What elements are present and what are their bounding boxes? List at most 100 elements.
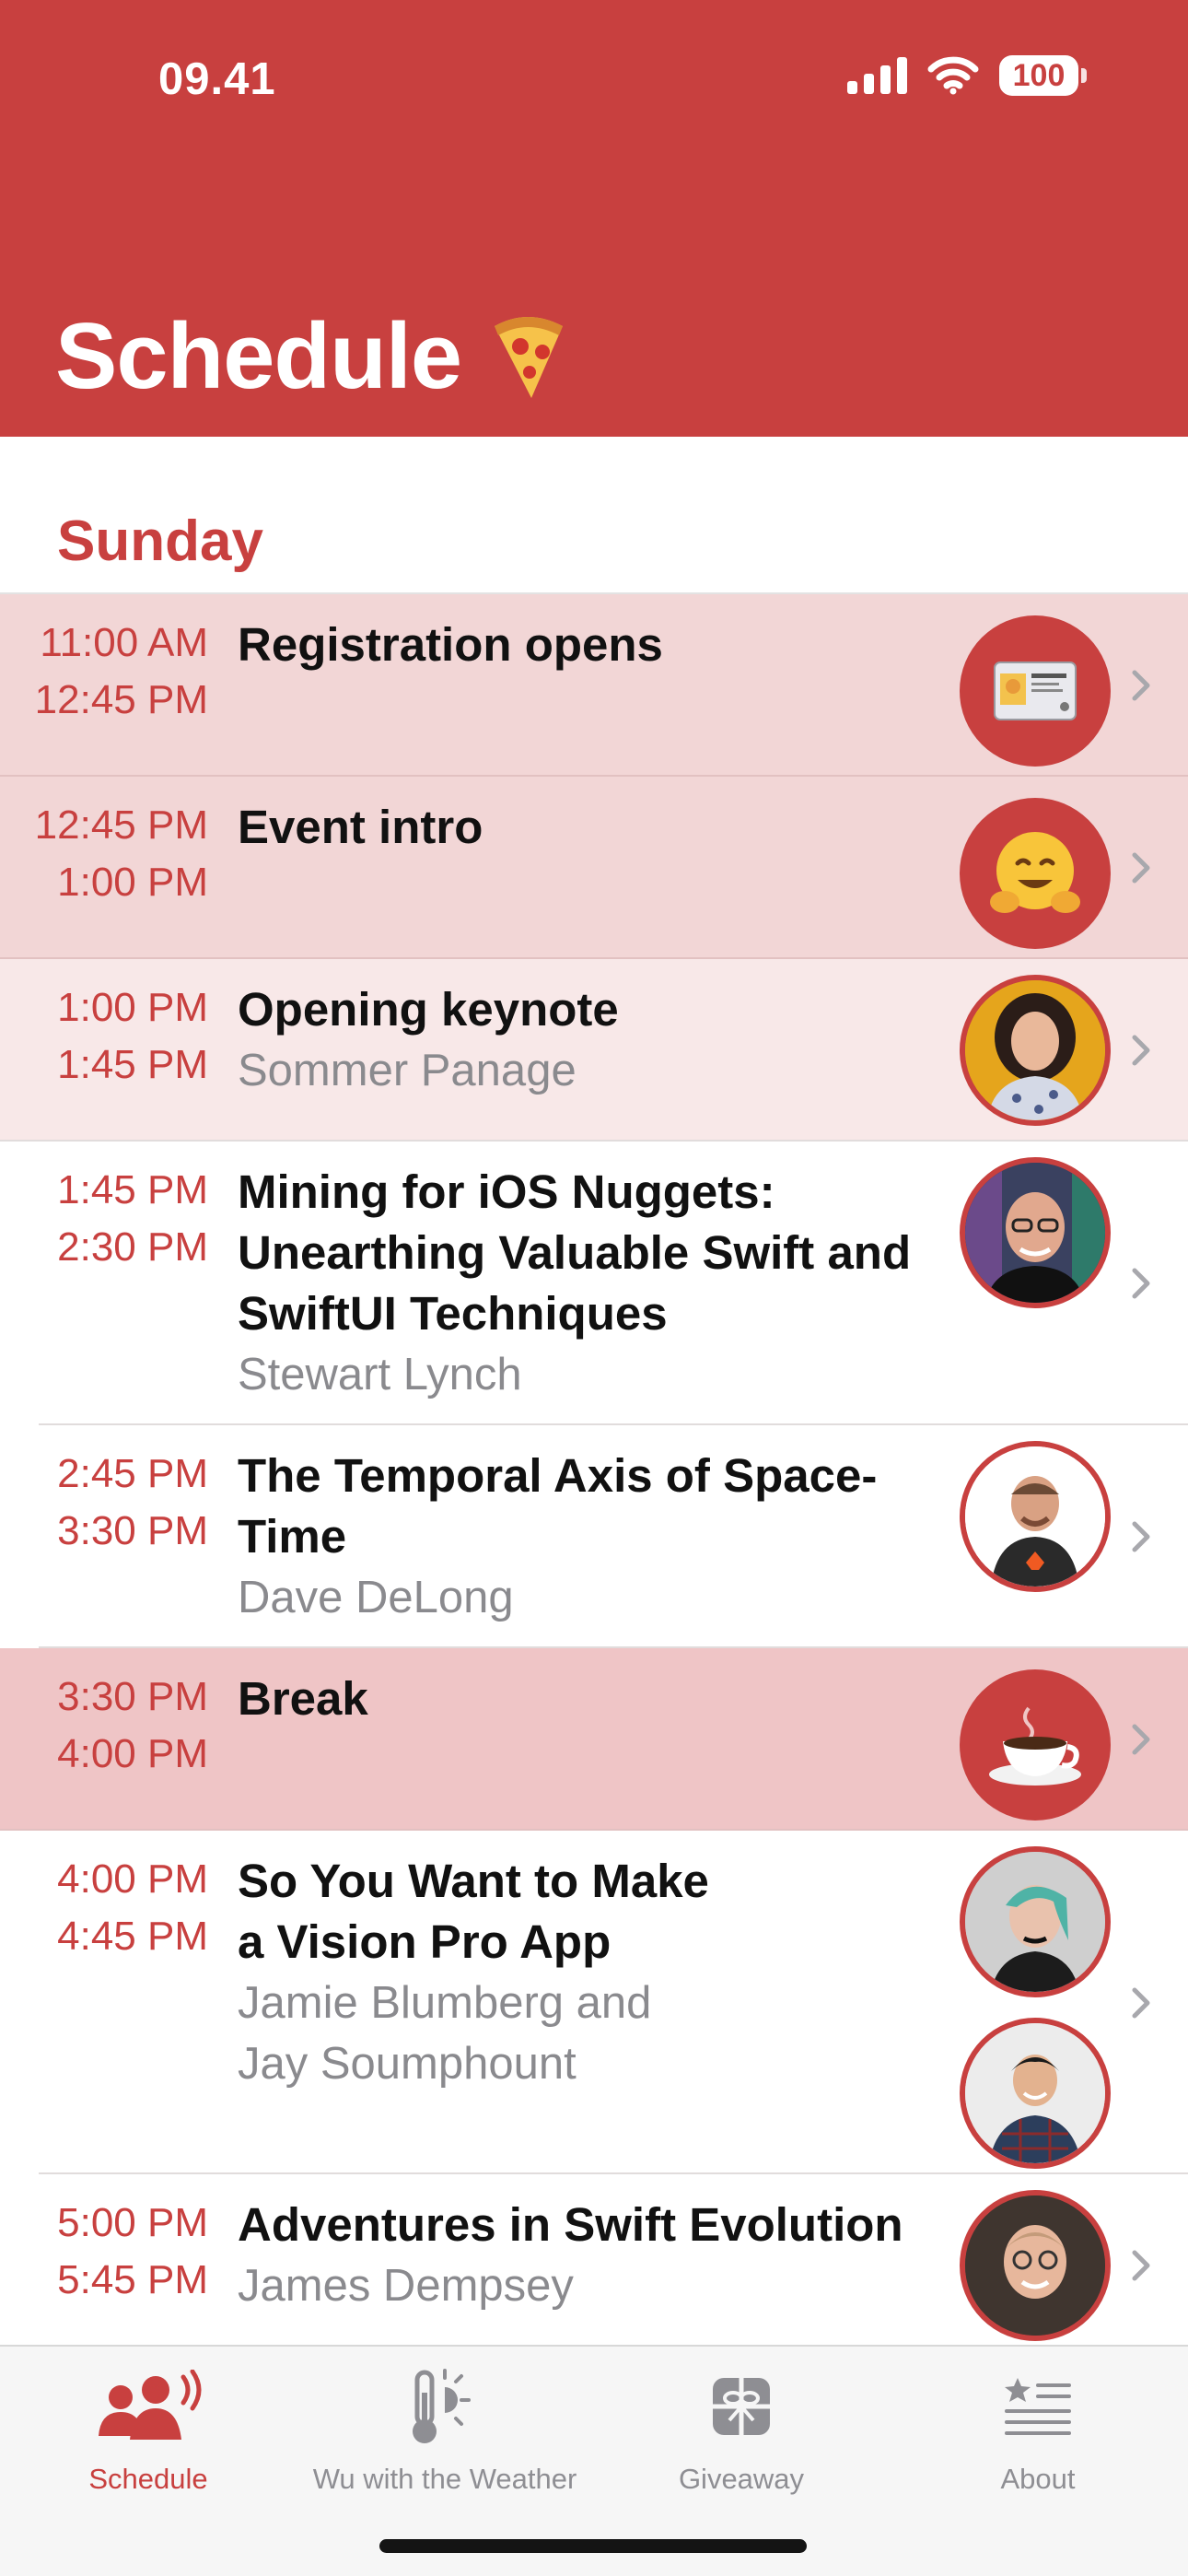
- session-avatars: [960, 798, 1111, 949]
- session-times: 11:00 AM 12:45 PM: [35, 615, 208, 729]
- session-end-time: 12:45 PM: [34, 677, 208, 722]
- hugging-face-icon: [960, 798, 1111, 949]
- session-details: Registration opens: [238, 615, 938, 675]
- session-row-registration[interactable]: 11:00 AM 12:45 PM Registration opens: [0, 594, 1188, 777]
- session-title: Event intro: [238, 801, 483, 853]
- tab-label: Wu with the Weather: [312, 2463, 577, 2495]
- session-speaker: Dave DeLong: [238, 1573, 514, 1622]
- session-times: 1:45 PM 2:30 PM: [57, 1162, 208, 1276]
- session-speaker: Stewart Lynch: [238, 1350, 522, 1399]
- session-end-time: 1:45 PM: [57, 1042, 208, 1087]
- speaker-avatar: [960, 2190, 1111, 2341]
- speaker-avatar: [960, 1157, 1111, 1308]
- gift-icon: [593, 2365, 890, 2448]
- session-avatars: [960, 615, 1111, 767]
- chevron-right-icon: [1132, 1987, 1150, 2019]
- coffee-icon: [960, 1669, 1111, 1821]
- session-speaker: Jamie Blumberg and Jay Soumphount: [238, 1978, 652, 2089]
- session-details: So You Want to Make a Vision Pro App Jam…: [238, 1851, 716, 2094]
- session-speaker: James Dempsey: [238, 2261, 574, 2311]
- page-title: Schedule: [55, 304, 568, 410]
- session-start-time: 1:45 PM: [57, 1167, 208, 1212]
- session-end-time: 5:45 PM: [57, 2257, 208, 2302]
- session-times: 4:00 PM 4:45 PM: [57, 1851, 208, 1965]
- session-start-time: 2:45 PM: [57, 1451, 208, 1496]
- session-details: The Temporal Axis of Space-Time Dave DeL…: [238, 1446, 938, 1628]
- tab-label: Giveaway: [678, 2463, 805, 2495]
- session-end-time: 3:30 PM: [57, 1508, 208, 1553]
- pizza-icon: [487, 313, 568, 402]
- session-start-time: 1:00 PM: [57, 985, 208, 1030]
- tab-label: About: [1000, 2463, 1076, 2495]
- chevron-right-icon: [1132, 1035, 1150, 1066]
- session-start-time: 12:45 PM: [34, 802, 208, 848]
- session-avatars: [960, 1846, 1111, 2169]
- session-row-swift-evolution[interactable]: 5:00 PM 5:45 PM Adventures in Swift Evol…: [0, 2174, 1188, 2341]
- tab-giveaway[interactable]: Giveaway: [593, 2365, 890, 2496]
- session-details: Event intro: [238, 797, 938, 858]
- status-time: 09.41: [158, 54, 276, 104]
- session-title: Opening keynote: [238, 983, 619, 1036]
- session-avatars: [960, 1441, 1111, 1592]
- session-row-event-intro[interactable]: 12:45 PM 1:00 PM Event intro: [0, 777, 1188, 959]
- schedule-list: 11:00 AM 12:45 PM Registration opens 12:…: [0, 594, 1188, 2341]
- chevron-right-icon: [1132, 670, 1150, 701]
- session-avatars: [960, 975, 1111, 1126]
- session-speaker: Sommer Panage: [238, 1046, 577, 1095]
- session-times: 2:45 PM 3:30 PM: [57, 1446, 208, 1560]
- id-card-icon: [960, 615, 1111, 767]
- session-start-time: 4:00 PM: [57, 1856, 208, 1902]
- session-row-break[interactable]: 3:30 PM 4:00 PM Break: [0, 1648, 1188, 1831]
- session-title: The Temporal Axis of Space-Time: [238, 1449, 878, 1563]
- status-icons: 100: [847, 55, 1087, 96]
- session-end-time: 1:00 PM: [57, 860, 208, 905]
- chevron-right-icon: [1132, 1724, 1150, 1755]
- session-title: Mining for iOS Nuggets: Unearthing Valua…: [238, 1165, 912, 1340]
- tab-schedule[interactable]: Schedule: [0, 2365, 297, 2496]
- tab-weather[interactable]: Wu with the Weather: [297, 2365, 593, 2496]
- session-row-opening-keynote[interactable]: 1:00 PM 1:45 PM Opening keynote Sommer P…: [0, 959, 1188, 1142]
- tab-label: Schedule: [88, 2463, 208, 2495]
- people-broadcast-icon: [0, 2365, 297, 2448]
- session-start-time: 11:00 AM: [40, 620, 208, 665]
- session-end-time: 2:30 PM: [57, 1224, 208, 1270]
- wifi-icon: [927, 56, 979, 95]
- session-times: 3:30 PM 4:00 PM: [57, 1669, 208, 1783]
- session-row-mining-ios-nuggets[interactable]: 1:45 PM 2:30 PM Mining for iOS Nuggets: …: [0, 1142, 1188, 1425]
- chevron-right-icon: [1132, 2250, 1150, 2281]
- speaker-avatar: [960, 1846, 1111, 1997]
- session-avatars: [960, 1157, 1111, 1308]
- session-details: Mining for iOS Nuggets: Unearthing Valua…: [238, 1162, 938, 1405]
- session-row-temporal-axis[interactable]: 2:45 PM 3:30 PM The Temporal Axis of Spa…: [0, 1425, 1188, 1648]
- speaker-avatar: [960, 1441, 1111, 1592]
- home-indicator: [379, 2539, 807, 2553]
- session-title: Registration opens: [238, 618, 663, 671]
- session-avatars: [960, 1669, 1111, 1821]
- battery-icon: 100: [999, 55, 1087, 96]
- thermometer-sun-icon: [297, 2365, 593, 2448]
- list-star-icon: [890, 2365, 1186, 2448]
- tab-about[interactable]: About: [890, 2365, 1186, 2496]
- session-start-time: 5:00 PM: [57, 2200, 208, 2245]
- session-details: Break: [238, 1669, 938, 1729]
- session-times: 5:00 PM 5:45 PM: [57, 2195, 208, 2309]
- session-start-time: 3:30 PM: [57, 1674, 208, 1719]
- navigation-header: 09.41 100 Schedule: [0, 0, 1188, 437]
- session-end-time: 4:00 PM: [57, 1731, 208, 1776]
- session-end-time: 4:45 PM: [57, 1914, 208, 1959]
- session-title: Break: [238, 1672, 368, 1725]
- day-section-header: Sunday: [57, 509, 263, 573]
- session-details: Opening keynote Sommer Panage: [238, 979, 938, 1101]
- chevron-right-icon: [1132, 1521, 1150, 1552]
- chevron-right-icon: [1132, 852, 1150, 884]
- session-details: Adventures in Swift Evolution James Demp…: [238, 2195, 938, 2316]
- cellular-signal-icon: [847, 57, 907, 94]
- chevron-right-icon: [1132, 1268, 1150, 1299]
- session-row-vision-pro-app[interactable]: 4:00 PM 4:45 PM So You Want to Make a Vi…: [0, 1831, 1188, 2174]
- battery-level: 100: [999, 55, 1078, 96]
- session-times: 12:45 PM 1:00 PM: [35, 797, 208, 911]
- speaker-avatar: [960, 975, 1111, 1126]
- session-title: Adventures in Swift Evolution: [238, 2198, 903, 2251]
- page-title-text: Schedule: [55, 305, 462, 408]
- session-title: So You Want to Make a Vision Pro App: [238, 1855, 709, 1968]
